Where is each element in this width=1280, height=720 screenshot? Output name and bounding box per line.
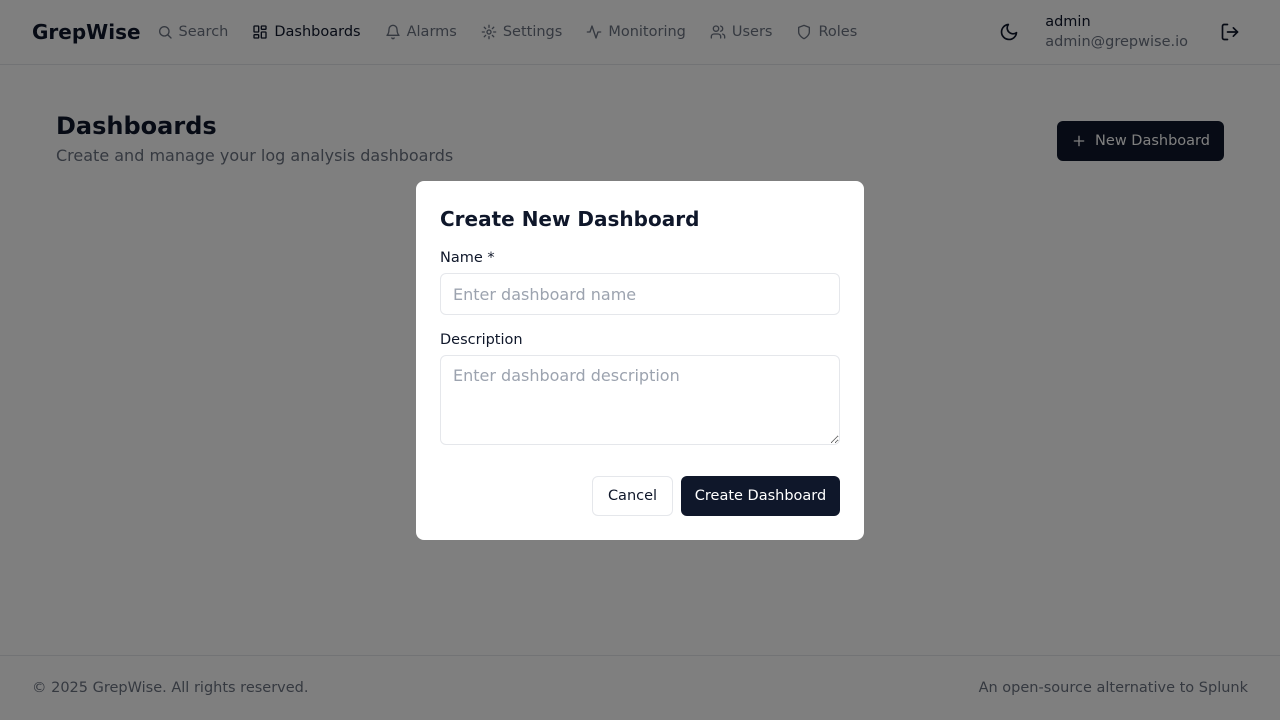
description-label: Description [440,332,523,348]
create-dashboard-button[interactable]: Create Dashboard [681,476,840,516]
dashboard-description-input[interactable] [440,355,840,445]
name-label: Name * [440,250,495,266]
cancel-button[interactable]: Cancel [592,476,673,516]
dialog-title: Create New Dashboard [440,207,700,231]
dashboard-name-input[interactable] [440,273,840,315]
create-dashboard-dialog: Create New Dashboard Name * Description … [416,181,864,540]
